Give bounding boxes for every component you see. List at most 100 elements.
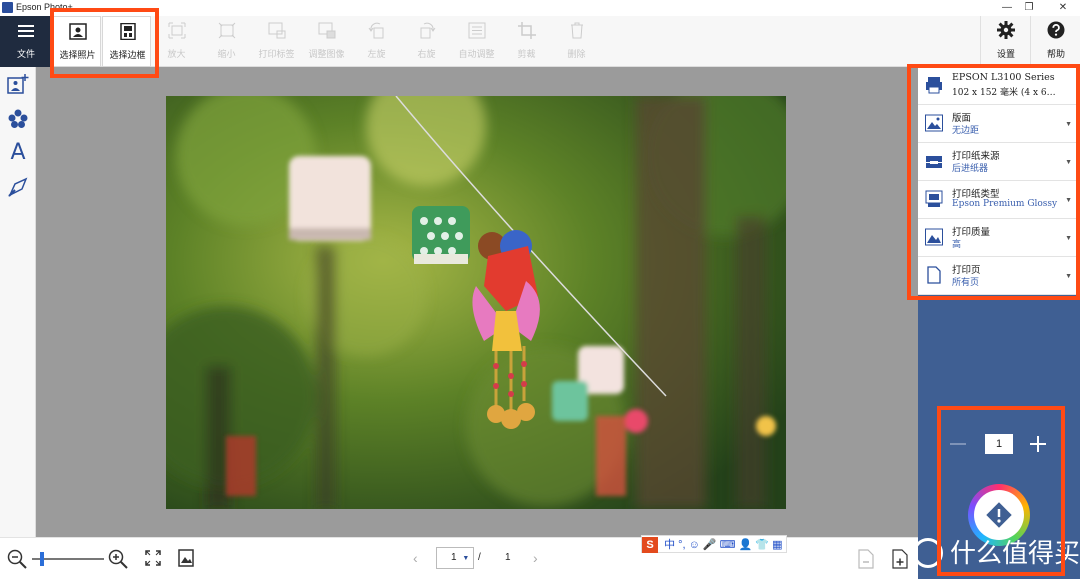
current-page: 1 [451, 552, 457, 563]
adjust-image-button[interactable]: 调整图像 [302, 16, 351, 67]
left-tool-bar: A [0, 67, 36, 537]
add-page-icon[interactable] [892, 549, 908, 569]
print-settings-panel: EPSON L3100 Series 102 x 152 毫米 (4 x 6… … [918, 67, 1080, 579]
settings-button[interactable]: 设置 [980, 16, 1030, 67]
stamp-icon[interactable] [6, 107, 30, 131]
quality-icon [925, 228, 943, 246]
auto-adjust-button[interactable]: 自动调整 [452, 16, 501, 67]
zoom-in-frame-button[interactable]: 放大 [152, 16, 201, 67]
printer-icon [926, 77, 942, 94]
paper-size: 102 x 152 毫米 (4 x 6… [952, 88, 1056, 98]
delete-button[interactable]: 删除 [552, 16, 601, 67]
restore-button[interactable]: ❐ [1014, 0, 1044, 16]
fit-screen-icon[interactable] [145, 550, 161, 566]
frame-select-icon [120, 23, 136, 40]
print-quality-row[interactable]: 打印质量 高 ▼ [918, 219, 1076, 257]
next-page-button[interactable]: › [533, 550, 538, 566]
close-button[interactable]: ✕ [1048, 0, 1078, 16]
copies-stepper: 1 [948, 433, 1068, 459]
zoom-out-icon[interactable] [7, 549, 27, 569]
chevron-down-icon: ▼ [462, 555, 470, 562]
ime-logo: S [642, 537, 658, 553]
select-frame-button[interactable]: 选择边框 [102, 16, 151, 67]
printer-name: EPSON L3100 Series [952, 72, 1055, 83]
paper-source-icon [926, 156, 942, 168]
paper-type-icon [925, 190, 943, 207]
adjust-image-icon [318, 22, 336, 39]
printer-row[interactable]: EPSON L3100 Series 102 x 152 毫米 (4 x 6… [918, 67, 1076, 105]
zoom-in-icon[interactable] [108, 549, 128, 569]
page-separator: / [478, 552, 481, 563]
toolbar: 文件 选择照片 选择边框 放大 缩小 打印标签 调整图像 左旋 右旋 自动调整 … [0, 16, 1080, 67]
trash-icon [571, 22, 583, 39]
file-menu-label: 文件 [16, 49, 35, 59]
rotate-right-icon [420, 22, 436, 39]
help-icon [1047, 21, 1065, 39]
label-icon [268, 22, 286, 39]
image-view-icon[interactable] [178, 549, 194, 567]
zoom-slider-thumb[interactable] [40, 552, 44, 566]
text-icon[interactable]: A [6, 141, 30, 165]
watermark-logo [913, 538, 943, 568]
select-photo-button[interactable]: 选择照片 [52, 16, 101, 67]
settings-label: 设置 [996, 49, 1015, 59]
settings-scrollbar[interactable] [1076, 67, 1080, 295]
select-photo-label: 选择照片 [59, 50, 96, 60]
adjust-image-label: 调整图像 [308, 49, 345, 59]
chevron-down-icon: ▼ [1065, 273, 1072, 280]
paper-type-value: Epson Premium Glossy [952, 199, 1058, 209]
print-label-label: 打印标签 [258, 49, 295, 59]
decrease-copies-button[interactable] [950, 443, 966, 445]
hamburger-icon [18, 25, 34, 37]
help-button[interactable]: 帮助 [1030, 16, 1080, 67]
total-pages: 1 [505, 552, 511, 563]
layout-icon [925, 114, 943, 132]
paper-source-row[interactable]: 打印纸来源 后进纸器 ▼ [918, 143, 1076, 181]
paper-source-value: 后进纸器 [952, 164, 989, 174]
crop-icon [518, 22, 536, 39]
chevron-down-icon: ▼ [1065, 235, 1072, 242]
zoom-in-frame-label: 放大 [167, 49, 186, 59]
rotate-left-label: 左旋 [367, 49, 386, 59]
chevron-down-icon: ▼ [1065, 159, 1072, 166]
prev-page-button[interactable]: ‹ [413, 550, 418, 566]
gear-icon [997, 21, 1015, 39]
rotate-left-icon [368, 22, 384, 39]
increase-copies-button[interactable] [1030, 436, 1046, 452]
paper-source-title: 打印纸来源 [952, 151, 1000, 162]
layout-row[interactable]: 版面 无边距 ▼ [918, 105, 1076, 143]
zoom-out-frame-label: 缩小 [217, 49, 236, 59]
window-title: Epson Photo+ [16, 2, 73, 12]
epson-photo-app: Epson Photo+ — ❐ ✕ 文件 选择照片 选择边框 放大 缩小 打印… [0, 0, 1080, 579]
lanterns-photo [166, 96, 786, 509]
app-icon [2, 2, 13, 13]
remove-page-icon[interactable] [858, 549, 874, 569]
file-menu-button[interactable]: 文件 [0, 16, 52, 67]
zoom-out-frame-button[interactable]: 缩小 [202, 16, 251, 67]
page-select[interactable]: 1 ▼ [436, 547, 474, 569]
print-preview-canvas[interactable] [36, 67, 918, 537]
zoom-in-frame-icon [168, 22, 186, 39]
photo-preview[interactable] [166, 96, 786, 509]
watermark-text: 什么值得买 [950, 539, 1080, 569]
tools-icon[interactable] [6, 175, 30, 199]
auto-adjust-icon [468, 22, 486, 39]
auto-adjust-label: 自动调整 [458, 49, 495, 59]
select-frame-label: 选择边框 [109, 50, 146, 60]
crop-button[interactable]: 剪裁 [502, 16, 551, 67]
chevron-down-icon: ▼ [1065, 121, 1072, 128]
ime-toolbar[interactable]: S 中 °, ☺ 🎤 ⌨ 👤 👕 ▦ [641, 535, 787, 553]
print-pages-title: 打印页 [952, 265, 981, 276]
print-quality-value: 高 [952, 240, 962, 250]
print-pages-row[interactable]: 打印页 所有页 ▼ [918, 257, 1076, 295]
copies-input[interactable]: 1 [985, 434, 1013, 454]
add-photo-icon[interactable] [6, 73, 30, 97]
rotate-right-button[interactable]: 右旋 [402, 16, 451, 67]
title-bar: Epson Photo+ — ❐ ✕ [0, 0, 1080, 16]
ime-items: 中 °, ☺ 🎤 ⌨ 👤 👕 ▦ [664, 539, 783, 551]
chevron-down-icon: ▼ [1065, 197, 1072, 204]
rotate-left-button[interactable]: 左旋 [352, 16, 401, 67]
print-label-button[interactable]: 打印标签 [252, 16, 301, 67]
rotate-right-label: 右旋 [417, 49, 436, 59]
paper-type-row[interactable]: 打印纸类型 Epson Premium Glossy ▼ [918, 181, 1076, 219]
